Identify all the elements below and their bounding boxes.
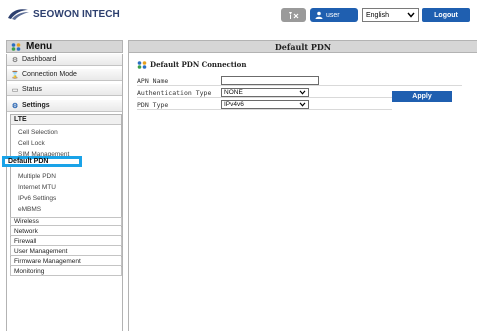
- section-dots-icon: [137, 60, 147, 69]
- user-name: user: [326, 11, 340, 19]
- brand-name: SEOWON INTECH: [33, 8, 120, 20]
- sidebar-item-connection-mode[interactable]: ⌛ Connection Mode: [7, 69, 122, 81]
- auth-row: Authentication Type NONE: [137, 88, 392, 98]
- monitor-icon: ▭: [11, 86, 19, 94]
- auth-label: Authentication Type: [137, 88, 212, 97]
- menu-dots-icon: [11, 42, 21, 51]
- sidebar-item-network[interactable]: Network: [10, 227, 122, 236]
- language-value: English: [366, 11, 389, 19]
- sidebar-item-settings[interactable]: ⚙ Settings: [7, 100, 122, 112]
- chevron-down-icon: [299, 90, 306, 95]
- sidebar-item-monitoring[interactable]: Monitoring: [10, 267, 122, 276]
- sidebar-item-embms[interactable]: eMBMS: [18, 206, 41, 213]
- auth-type-select[interactable]: NONE: [221, 88, 309, 97]
- sidebar-item-user-management[interactable]: User Management: [10, 247, 122, 256]
- sidebar-item-internet-mtu[interactable]: Internet MTU: [18, 184, 56, 191]
- menu-title: Menu: [26, 41, 53, 52]
- gear-icon: ⚙: [11, 56, 19, 64]
- no-signal-icon: [288, 11, 298, 19]
- sidebar-item-cell-lock[interactable]: Cell Lock: [18, 140, 45, 147]
- apn-label: APN Name: [137, 76, 169, 85]
- chevron-down-icon: [299, 102, 306, 107]
- sidebar-item-wireless[interactable]: Wireless: [10, 217, 122, 226]
- apn-row: APN Name: [137, 76, 462, 86]
- page-title: Default PDN: [129, 40, 477, 53]
- menu-header: Menu: [6, 40, 123, 53]
- section-header: Default PDN Connection: [137, 60, 246, 69]
- sidebar-item-dashboard[interactable]: ⚙ Dashboard: [7, 54, 122, 66]
- sidebar: ⚙ Dashboard ⌛ Connection Mode ▭ Status ⚙…: [6, 54, 123, 331]
- user-menu[interactable]: user: [310, 8, 358, 22]
- sidebar-item-firmware-management[interactable]: Firmware Management: [10, 257, 122, 266]
- pdn-row: PDN Type IPv4v6: [137, 100, 392, 110]
- logout-button[interactable]: Logout: [422, 8, 470, 22]
- auth-type-value: NONE: [224, 89, 243, 96]
- apply-button[interactable]: Apply: [392, 91, 452, 102]
- apn-name-input[interactable]: [221, 76, 319, 85]
- sidebar-item-default-pdn[interactable]: Default PDN: [2, 156, 82, 167]
- signal-status-button[interactable]: [281, 8, 306, 22]
- sidebar-item-ipv6-settings[interactable]: IPv6 Settings: [18, 195, 56, 202]
- sidebar-item-lte[interactable]: LTE: [11, 115, 121, 125]
- sidebar-item-multiple-pdn[interactable]: Multiple PDN: [18, 173, 56, 180]
- main-content: Default PDN Default PDN Connection APN N…: [128, 40, 477, 331]
- language-select[interactable]: English: [362, 8, 419, 22]
- hourglass-icon: ⌛: [10, 71, 20, 79]
- sidebar-item-cell-selection[interactable]: Cell Selection: [18, 129, 58, 136]
- user-icon: [315, 11, 323, 19]
- sidebar-item-status[interactable]: ▭ Status: [7, 84, 122, 96]
- chevron-down-icon: [407, 12, 415, 18]
- pdn-type-value: IPv4v6: [224, 101, 244, 108]
- sidebar-item-firewall[interactable]: Firewall: [10, 237, 122, 246]
- brand-logo: SEOWON INTECH: [6, 8, 120, 20]
- section-title: Default PDN Connection: [150, 60, 247, 69]
- pdn-type-select[interactable]: IPv4v6: [221, 100, 309, 109]
- seowon-logo-icon: [8, 9, 29, 20]
- pdn-label: PDN Type: [137, 100, 169, 109]
- settings-icon: ⚙: [11, 102, 19, 110]
